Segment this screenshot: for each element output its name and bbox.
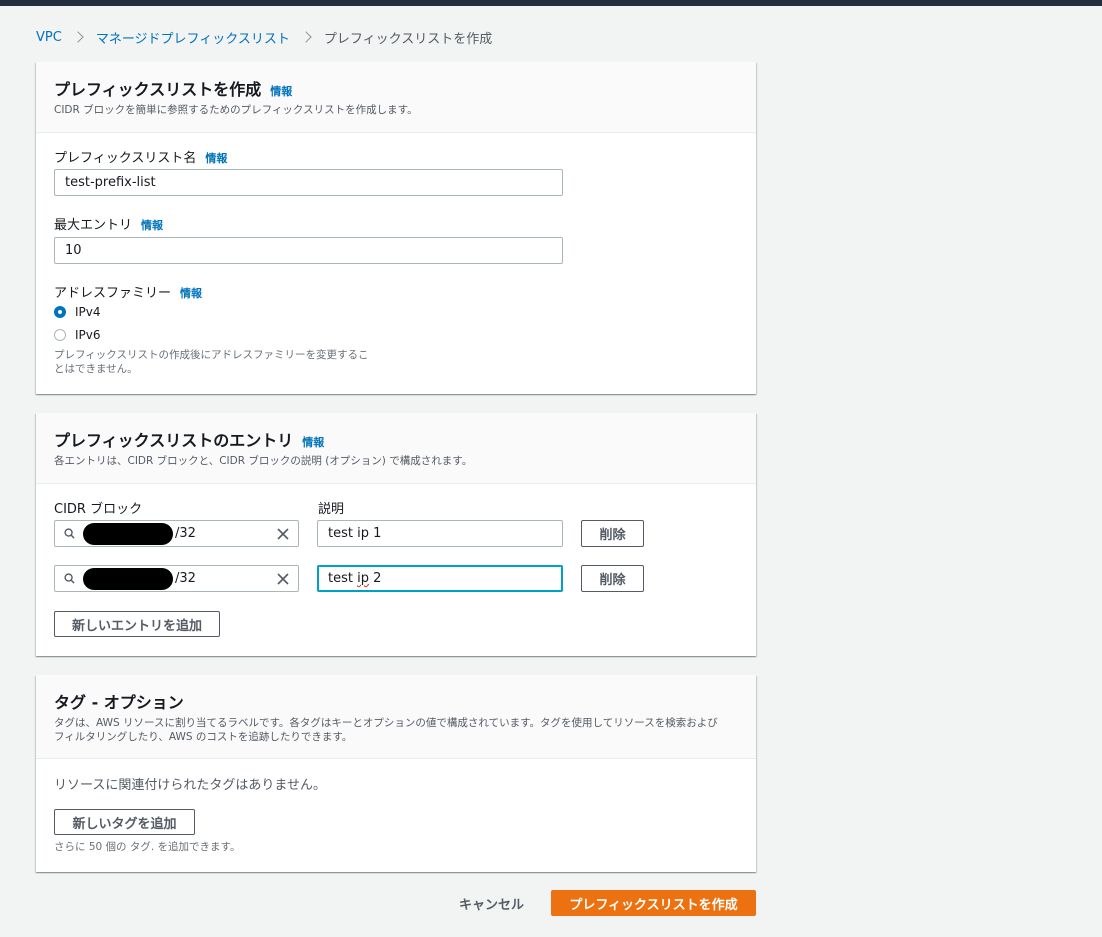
chevron-right-icon: [300, 31, 312, 43]
no-tags-text: リソースに関連付けられたタグはありません。: [54, 778, 326, 793]
details-title: プレフィックスリストを作成: [54, 80, 262, 99]
description-text: test: [328, 571, 358, 586]
details-description: CIDR ブロックを簡単に参照するためのプレフィックスリストを作成します。: [54, 104, 418, 116]
info-link[interactable]: 情報: [180, 285, 202, 301]
breadcrumb-managed-prefix-lists[interactable]: マネージドプレフィックスリスト: [96, 28, 290, 47]
name-label-text: プレフィックスリスト名: [54, 151, 197, 166]
search-icon: [64, 528, 75, 539]
clear-icon[interactable]: [277, 573, 289, 585]
prefix-list-name-input[interactable]: test-prefix-list: [54, 169, 563, 196]
info-link[interactable]: 情報: [141, 217, 163, 233]
panel-header: プレフィックスリストのエントリ 情報 各エントリは、CIDR ブロックと、CID…: [36, 413, 756, 484]
breadcrumb-current: プレフィックスリストを作成: [323, 31, 493, 47]
radio-checked-icon[interactable]: [54, 306, 66, 318]
create-prefix-list-button[interactable]: プレフィックスリストを作成: [551, 890, 756, 916]
tags-description-line: フィルタリングしたり、AWS のコストを追跡したりできます。: [54, 731, 353, 743]
top-navigation-bar: [0, 0, 1102, 6]
panel-title: プレフィックスリストを作成 情報: [54, 76, 738, 100]
remove-entry-button[interactable]: 削除: [581, 565, 644, 592]
max-entries-input[interactable]: 10: [54, 237, 563, 264]
info-link[interactable]: 情報: [302, 434, 324, 450]
add-tag-button[interactable]: 新しいタグを追加: [54, 809, 195, 835]
remove-entry-button[interactable]: 削除: [581, 520, 644, 547]
radio-ipv6[interactable]: IPv6: [54, 328, 101, 342]
breadcrumb-vpc[interactable]: VPC: [36, 30, 62, 45]
radio-ipv4-label: IPv4: [75, 305, 101, 319]
entries-description: 各エントリは、CIDR ブロックと、CIDR ブロックの説明 (オプション) で…: [54, 455, 473, 467]
max-entries-label-text: 最大エントリ: [54, 218, 133, 233]
description-column-label: 説明: [318, 502, 345, 517]
chevron-right-icon: [72, 31, 84, 43]
address-family-hint: プレフィックスリストの作成後にアドレスファミリーを変更するこ とはできません。: [54, 348, 394, 376]
info-link[interactable]: 情報: [270, 83, 292, 99]
tags-remaining-hint: さらに 50 個の タグ. を追加できます。: [54, 841, 241, 853]
redacted-ip-mask: [83, 568, 173, 590]
address-family-label-text: アドレスファミリー: [54, 286, 172, 301]
cancel-button[interactable]: キャンセル: [459, 894, 524, 913]
panel-header: プレフィックスリストを作成 情報 CIDR ブロックを簡単に参照するためのプレフ…: [36, 62, 756, 133]
entries-title: プレフィックスリストのエントリ: [54, 431, 294, 450]
info-link[interactable]: 情報: [205, 150, 227, 166]
name-field-label: プレフィックスリスト名 情報: [54, 147, 227, 166]
address-family-field-label: アドレスファミリー 情報: [54, 282, 202, 301]
cidr-column-label: CIDR ブロック: [54, 502, 143, 517]
panel-header: タグ - オプション タグは、AWS リソースに割り当てるラベルです。各タグはキ…: [36, 675, 756, 759]
clear-icon[interactable]: [277, 528, 289, 540]
entry-description-input[interactable]: test ip 2: [317, 565, 563, 592]
cidr-suffix: /32: [175, 526, 196, 541]
cidr-block-input[interactable]: /32: [54, 520, 299, 547]
tags-panel: タグ - オプション タグは、AWS リソースに割り当てるラベルです。各タグはキ…: [36, 675, 756, 872]
description-text: 2: [368, 571, 382, 586]
max-entries-field-label: 最大エントリ 情報: [54, 214, 163, 233]
search-icon: [64, 573, 75, 584]
radio-ipv6-label: IPv6: [75, 328, 101, 342]
tags-description-line: タグは、AWS リソースに割り当てるラベルです。各タグはキーとオプションの値で構…: [54, 717, 718, 729]
prefix-list-entries-panel: プレフィックスリストのエントリ 情報 各エントリは、CIDR ブロックと、CID…: [36, 413, 756, 656]
radio-unchecked-icon[interactable]: [54, 329, 66, 341]
radio-ipv4[interactable]: IPv4: [54, 305, 101, 319]
panel-title: タグ - オプション: [54, 693, 184, 712]
spellcheck-word: ip: [357, 571, 369, 586]
breadcrumb: VPC マネージドプレフィックスリスト プレフィックスリストを作成: [36, 28, 493, 47]
cidr-suffix: /32: [175, 571, 196, 586]
entry-description-input[interactable]: test ip 1: [317, 520, 563, 547]
redacted-ip-mask: [83, 523, 173, 545]
panel-title: プレフィックスリストのエントリ 情報: [54, 427, 738, 451]
hint-line: プレフィックスリストの作成後にアドレスファミリーを変更するこ: [54, 349, 369, 361]
prefix-list-details-panel: プレフィックスリストを作成 情報 CIDR ブロックを簡単に参照するためのプレフ…: [36, 62, 756, 394]
tags-description: タグは、AWS リソースに割り当てるラベルです。各タグはキーとオプションの値で構…: [54, 716, 738, 744]
hint-line: とはできません。: [54, 363, 138, 375]
cidr-block-input[interactable]: /32: [54, 565, 299, 592]
add-entry-button[interactable]: 新しいエントリを追加: [54, 611, 220, 637]
